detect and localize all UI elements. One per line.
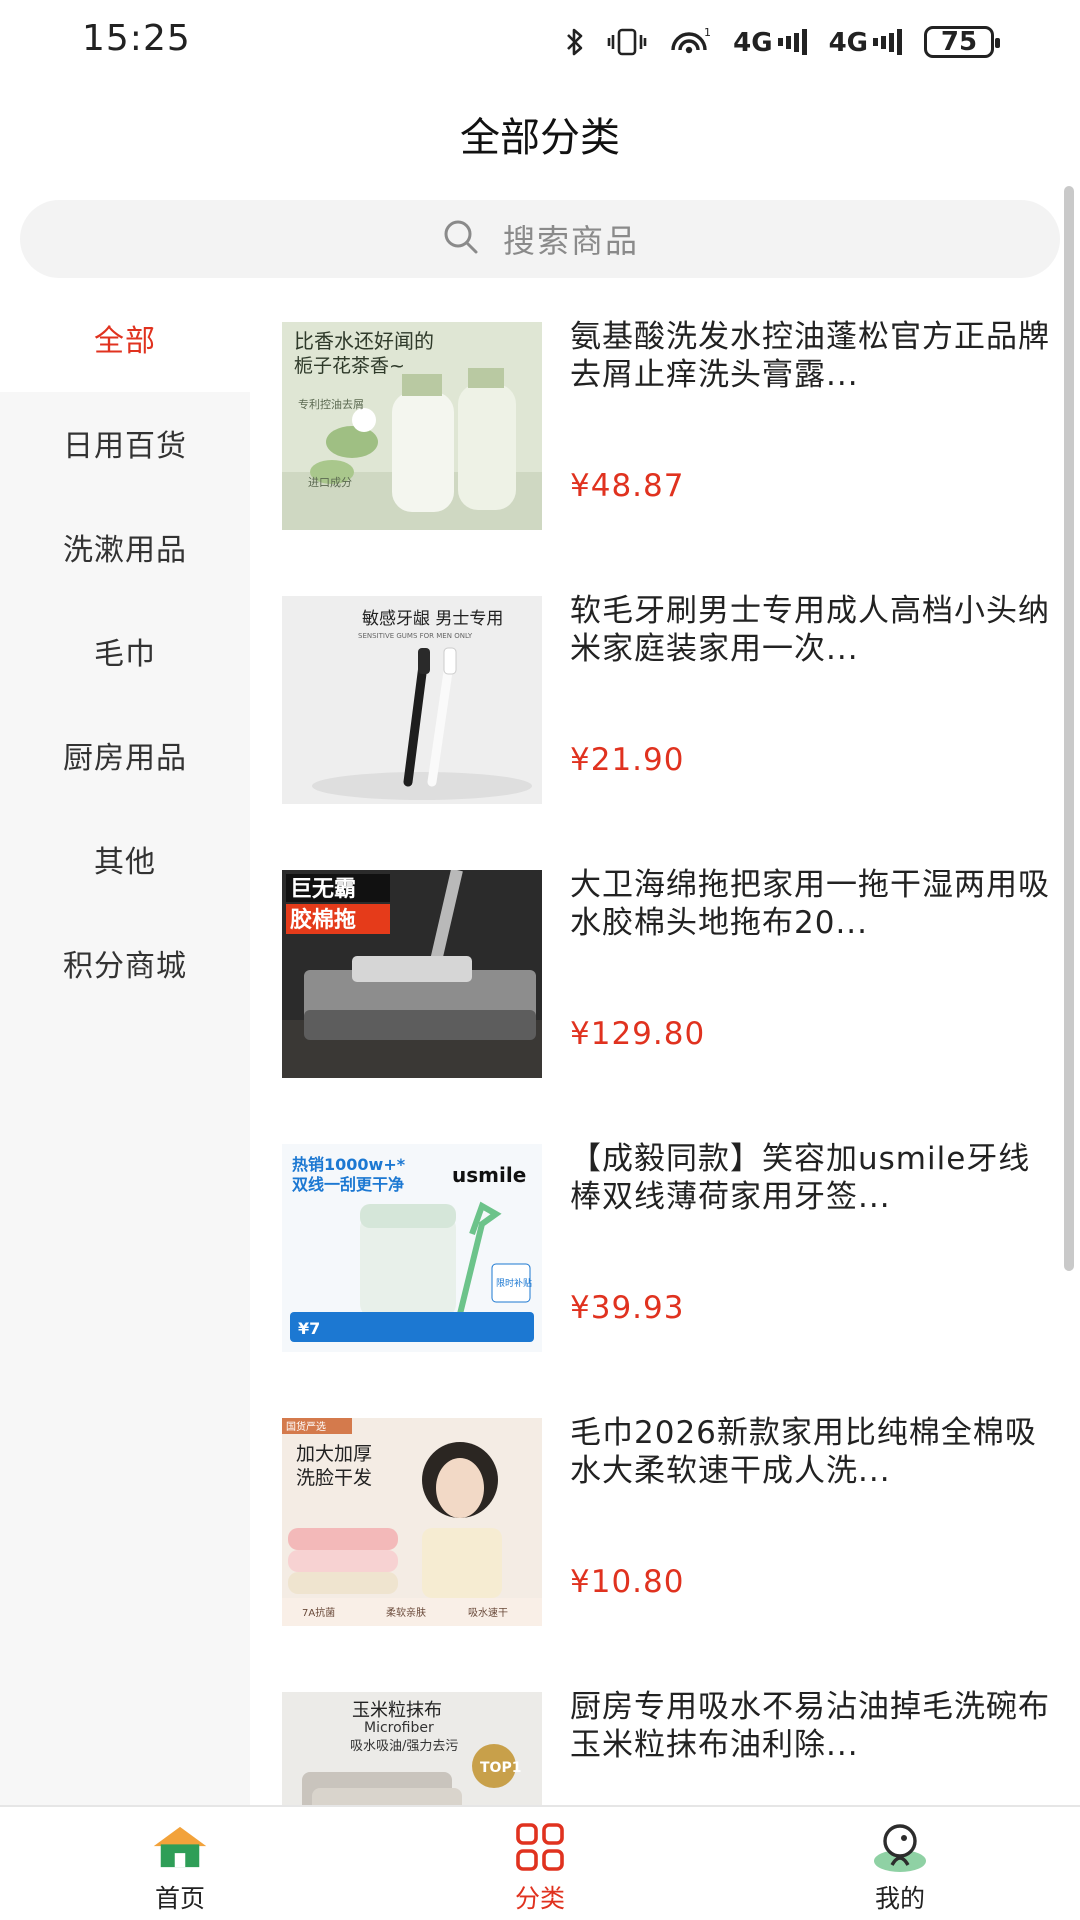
page-title: 全部分类 [460,115,620,161]
image-text: 双线一刮更干净 [292,1175,404,1194]
tab-profile[interactable]: 我的 [800,1807,1000,1920]
product-image[interactable]: 热销1000w+* 双线一刮更干净 usmile 限时补贴 ¥7 [282,1144,542,1352]
tab-label: 我的 [874,1884,925,1913]
product-card[interactable]: 比香水还好闻的 栀子花茶香~ 专利控油去屑 进口成分 氨基酸洗发水控油蓬松官方正… [250,300,1080,530]
image-text: Microfiber [364,1720,434,1736]
image-text: 柔软亲肤 [386,1606,426,1619]
search-placeholder: 搜索商品 [502,222,639,260]
profile-icon [872,1821,928,1873]
image-text: 国货严选 [286,1420,326,1433]
battery-level: 75 [940,27,978,57]
image-text: TOP1 [480,1760,521,1776]
product-image[interactable]: 巨无霸 胶棉拖 [282,870,542,1078]
product-card[interactable]: 热销1000w+* 双线一刮更干净 usmile 限时补贴 ¥7 【成毅同款】笑… [250,1122,1080,1352]
product-title[interactable]: 软毛牙刷男士专用成人高档小头纳米家庭装家用一次... [570,592,1055,668]
hotspot-icon: 1 [669,26,711,58]
image-text: 敏感牙龈 男士专用 [362,609,503,629]
sidebar-item-points-mall[interactable]: 积分商城 [0,941,250,985]
vibrate-icon [607,27,647,57]
status-bar: 15:25 1 4G 4G 75 [0,0,1080,86]
tab-label: 分类 [514,1884,565,1913]
sidebar-item-all[interactable]: 全部 [0,316,250,360]
product-image[interactable]: 国货严选 加大加厚 洗脸干发 7A抗菌 柔软亲肤 吸水速干 [282,1418,542,1626]
product-title[interactable]: 大卫海绵拖把家用一拖干湿两用吸水胶棉头地拖布20... [570,866,1055,942]
image-text: 胶棉拖 [290,907,356,933]
image-text: 玉米粒抹布 [352,1700,442,1721]
battery-icon: 75 [924,26,1000,58]
image-text: 限时补贴 [496,1277,532,1289]
tab-category[interactable]: 分类 [440,1807,640,1920]
image-text: 7A抗菌 [302,1606,335,1619]
product-title[interactable]: 【成毅同款】笑容加usmile牙线棒双线薄荷家用牙签... [570,1140,1055,1216]
product-title[interactable]: 毛巾2026新款家用比纯棉全棉吸水大柔软速干成人洗... [570,1414,1055,1490]
signal-icon: 4G [829,28,902,58]
product-title[interactable]: 氨基酸洗发水控油蓬松官方正品牌去屑止痒洗头膏露... [570,318,1055,394]
image-text: 吸水速干 [468,1607,508,1619]
product-price: ¥21.90 [570,742,685,778]
sidebar-item-other[interactable]: 其他 [0,837,250,881]
product-price: ¥48.87 [570,468,685,504]
product-card[interactable]: 玉米粒抹布 Microfiber 吸水吸油/强力去污 TOP1 厨房专用吸水不易… [250,1670,1080,1805]
product-card[interactable]: 国货严选 加大加厚 洗脸干发 7A抗菌 柔软亲肤 吸水速干 毛巾2026新款家用… [250,1396,1080,1626]
product-image[interactable]: 玉米粒抹布 Microfiber 吸水吸油/强力去污 TOP1 [282,1692,542,1805]
sidebar-item-kitchen[interactable]: 厨房用品 [0,733,250,777]
image-text: 吸水吸油/强力去污 [350,1739,458,1754]
product-price: ¥129.80 [570,1016,706,1052]
image-text: 加大加厚 [296,1443,372,1465]
product-title[interactable]: 厨房专用吸水不易沾油掉毛洗碗布玉米粒抹布油利除... [570,1688,1055,1764]
product-image[interactable]: 比香水还好闻的 栀子花茶香~ 专利控油去屑 进口成分 [282,322,542,530]
image-text: 洗脸干发 [296,1467,372,1489]
scrollbar[interactable] [1064,186,1074,1271]
image-text: 巨无霸 [290,877,356,902]
tab-label: 首页 [154,1884,205,1913]
image-text: 专利控油去屑 [298,397,364,411]
image-text: usmile [452,1163,526,1187]
product-price: ¥10.80 [570,1564,685,1600]
product-list: 比香水还好闻的 栀子花茶香~ 专利控油去屑 进口成分 氨基酸洗发水控油蓬松官方正… [250,300,1080,1805]
image-text: 进口成分 [308,476,352,489]
product-price: ¥39.93 [570,1290,685,1326]
bottom-tab-bar: 首页 分类 我的 [0,1805,1080,1920]
sidebar-item-towels[interactable]: 毛巾 [0,629,250,673]
status-icons: 1 4G 4G 75 [565,22,1000,62]
bluetooth-icon [565,27,585,57]
sidebar-item-toiletries[interactable]: 洗漱用品 [0,525,250,569]
category-grid-icon [512,1821,568,1873]
search-input[interactable]: 搜索商品 [20,200,1060,278]
svg-text:1: 1 [704,26,711,39]
signal-icon: 4G [733,28,807,58]
image-text: 热销1000w+* [292,1155,406,1174]
image-text: ¥7 [298,1319,320,1338]
home-icon [152,1821,208,1873]
image-text: 栀子花茶香~ [294,355,405,377]
product-card[interactable]: 巨无霸 胶棉拖 大卫海绵拖把家用一拖干湿两用吸水胶棉头地拖布20... ¥129… [250,848,1080,1078]
product-card[interactable]: 敏感牙龈 男士专用 SENSITIVE GUMS FOR MEN ONLY 软毛… [250,574,1080,804]
tab-home[interactable]: 首页 [80,1807,280,1920]
image-text: 比香水还好闻的 [294,329,434,353]
sidebar-item-daily-goods[interactable]: 日用百货 [0,421,250,465]
search-icon [441,217,481,261]
status-time: 15:25 [82,18,191,59]
product-image[interactable]: 敏感牙龈 男士专用 SENSITIVE GUMS FOR MEN ONLY [282,596,542,804]
image-text: SENSITIVE GUMS FOR MEN ONLY [358,632,473,640]
category-sidebar: 全部 日用百货 洗漱用品 毛巾 厨房用品 其他 积分商城 [0,300,250,1805]
